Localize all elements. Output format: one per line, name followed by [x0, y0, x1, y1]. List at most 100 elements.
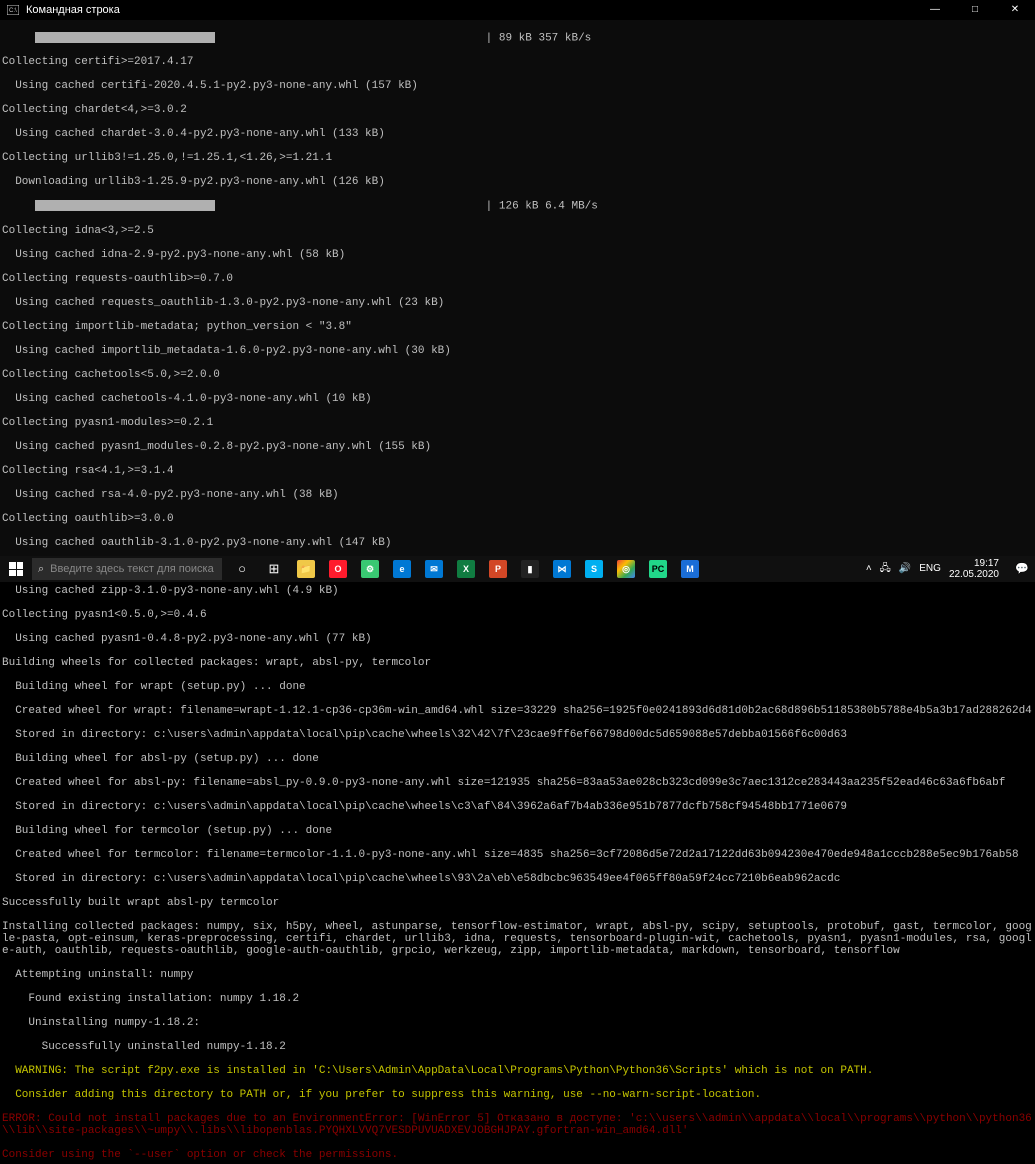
close-button[interactable]: ✕	[995, 0, 1035, 20]
skype-button[interactable]: S	[578, 556, 610, 582]
cmd-icon: ▮	[521, 560, 539, 578]
output-line: Attempting uninstall: numpy	[2, 969, 1033, 981]
pycharm-button[interactable]: PC	[642, 556, 674, 582]
output-line: Using cached pyasn1_modules-0.2.8-py2.py…	[2, 441, 1033, 453]
warning-line: Consider adding this directory to PATH o…	[2, 1089, 1033, 1101]
explorer-button[interactable]: 📁	[290, 556, 322, 582]
folder-icon: 📁	[297, 560, 315, 578]
output-line: Using cached oauthlib-3.1.0-py2.py3-none…	[2, 537, 1033, 549]
cmd-icon: C:\	[6, 3, 20, 17]
progress-text: | 89 kB 357 kB/s	[215, 32, 591, 44]
progress-bar	[35, 32, 215, 43]
cortana-button[interactable]: ○	[226, 556, 258, 582]
output-line: Created wheel for wrapt: filename=wrapt-…	[2, 705, 1033, 717]
gear-icon: ⚙	[361, 560, 379, 578]
output-line: Created wheel for absl-py: filename=absl…	[2, 777, 1033, 789]
terminal-output[interactable]: | 89 kB 357 kB/s Collecting certifi>=201…	[0, 20, 1035, 1164]
vscode-icon: ⋈	[553, 560, 571, 578]
output-line: Found existing installation: numpy 1.18.…	[2, 993, 1033, 1005]
system-tray: ˄ 🖧 🔊 ENG 19:17 22.05.2020	[860, 558, 1009, 580]
output-line: Building wheel for wrapt (setup.py) ... …	[2, 681, 1033, 693]
settings-button[interactable]: ⚙	[354, 556, 386, 582]
output-line: Downloading urllib3-1.25.9-py2.py3-none-…	[2, 176, 1033, 188]
output-line: Using cached idna-2.9-py2.py3-none-any.w…	[2, 249, 1033, 261]
tray-chevron-up-icon[interactable]: ˄	[866, 563, 872, 575]
start-button[interactable]	[0, 556, 32, 582]
progress-bar	[35, 200, 215, 211]
date: 22.05.2020	[949, 569, 999, 580]
malwarebytes-button[interactable]: M	[674, 556, 706, 582]
output-line: Using cached importlib_metadata-1.6.0-py…	[2, 345, 1033, 357]
excel-button[interactable]: X	[450, 556, 482, 582]
volume-icon[interactable]: 🔊	[899, 563, 911, 575]
language-indicator[interactable]: ENG	[919, 563, 941, 575]
output-line: Building wheel for termcolor (setup.py) …	[2, 825, 1033, 837]
edge-icon: e	[393, 560, 411, 578]
error-line: Consider using the `--user` option or ch…	[2, 1149, 1033, 1161]
output-line: Stored in directory: c:\users\admin\appd…	[2, 873, 1033, 885]
malwarebytes-icon: M	[681, 560, 699, 578]
titlebar[interactable]: C:\ Командная строка — □ ✕	[0, 0, 1035, 20]
cmd-button[interactable]: ▮	[514, 556, 546, 582]
progress-text: | 126 kB 6.4 MB/s	[215, 201, 598, 213]
taskview-button[interactable]: ⊞	[258, 556, 290, 582]
output-line: Collecting importlib-metadata; python_ve…	[2, 321, 1033, 333]
maximize-button[interactable]: □	[955, 0, 995, 20]
edge-button[interactable]: e	[386, 556, 418, 582]
mail-icon: ✉	[425, 560, 443, 578]
mail-button[interactable]: ✉	[418, 556, 450, 582]
output-line: Using cached cachetools-4.1.0-py3-none-a…	[2, 393, 1033, 405]
search-placeholder: Введите здесь текст для поиска	[50, 563, 214, 575]
output-line: Using cached chardet-3.0.4-py2.py3-none-…	[2, 128, 1033, 140]
time: 19:17	[949, 558, 999, 569]
chrome-icon: ◎	[617, 560, 635, 578]
output-line: Collecting certifi>=2017.4.17	[2, 56, 1033, 68]
network-icon[interactable]: 🖧	[880, 563, 891, 575]
powerpoint-icon: P	[489, 560, 507, 578]
vscode-button[interactable]: ⋈	[546, 556, 578, 582]
output-line: Collecting rsa<4.1,>=3.1.4	[2, 465, 1033, 477]
powerpoint-button[interactable]: P	[482, 556, 514, 582]
clock[interactable]: 19:17 22.05.2020	[949, 558, 1003, 580]
output-line: Collecting idna<3,>=2.5	[2, 225, 1033, 237]
output-line: Collecting oauthlib>=3.0.0	[2, 513, 1033, 525]
output-line: Collecting urllib3!=1.25.0,!=1.25.1,<1.2…	[2, 152, 1033, 164]
output-line: Collecting requests-oauthlib>=0.7.0	[2, 273, 1033, 285]
output-line: Successfully built wrapt absl-py termcol…	[2, 897, 1033, 909]
notification-button[interactable]: 💬	[1009, 556, 1035, 582]
notification-icon: 💬	[1015, 563, 1029, 575]
output-line: Uninstalling numpy-1.18.2:	[2, 1017, 1033, 1029]
output-line: Collecting cachetools<5.0,>=2.0.0	[2, 369, 1033, 381]
output-line: Created wheel for termcolor: filename=te…	[2, 849, 1033, 861]
opera-button[interactable]: O	[322, 556, 354, 582]
minimize-button[interactable]: —	[915, 0, 955, 20]
search-box[interactable]: ⌕ Введите здесь текст для поиска	[32, 558, 222, 580]
output-line: Using cached zipp-3.1.0-py3-none-any.whl…	[2, 585, 1033, 597]
taskview-icon: ⊞	[269, 563, 280, 575]
warning-line: WARNING: The script f2py.exe is installe…	[2, 1065, 1033, 1077]
output-line: Using cached certifi-2020.4.5.1-py2.py3-…	[2, 80, 1033, 92]
output-line: Collecting chardet<4,>=3.0.2	[2, 104, 1033, 116]
output-line: Successfully uninstalled numpy-1.18.2	[2, 1041, 1033, 1053]
cortana-icon: ○	[238, 563, 246, 575]
output-line: Using cached requests_oauthlib-1.3.0-py2…	[2, 297, 1033, 309]
opera-icon: O	[329, 560, 347, 578]
window-title: Командная строка	[26, 4, 120, 16]
output-line: Stored in directory: c:\users\admin\appd…	[2, 729, 1033, 741]
output-line: Building wheels for collected packages: …	[2, 657, 1033, 669]
output-line: Building wheel for absl-py (setup.py) ..…	[2, 753, 1033, 765]
output-line: Collecting pyasn1-modules>=0.2.1	[2, 417, 1033, 429]
search-icon: ⌕	[38, 563, 44, 575]
excel-icon: X	[457, 560, 475, 578]
pycharm-icon: PC	[649, 560, 667, 578]
skype-icon: S	[585, 560, 603, 578]
svg-text:C:\: C:\	[9, 8, 17, 14]
output-line: Installing collected packages: numpy, si…	[2, 921, 1033, 957]
chrome-button[interactable]: ◎	[610, 556, 642, 582]
output-line: Using cached rsa-4.0-py2.py3-none-any.wh…	[2, 489, 1033, 501]
output-line: Collecting pyasn1<0.5.0,>=0.4.6	[2, 609, 1033, 621]
taskbar: ⌕ Введите здесь текст для поиска ○ ⊞ 📁 O…	[0, 556, 1035, 582]
error-line: ERROR: Could not install packages due to…	[2, 1113, 1033, 1137]
output-line: Using cached pyasn1-0.4.8-py2.py3-none-a…	[2, 633, 1033, 645]
windows-icon	[9, 562, 23, 576]
